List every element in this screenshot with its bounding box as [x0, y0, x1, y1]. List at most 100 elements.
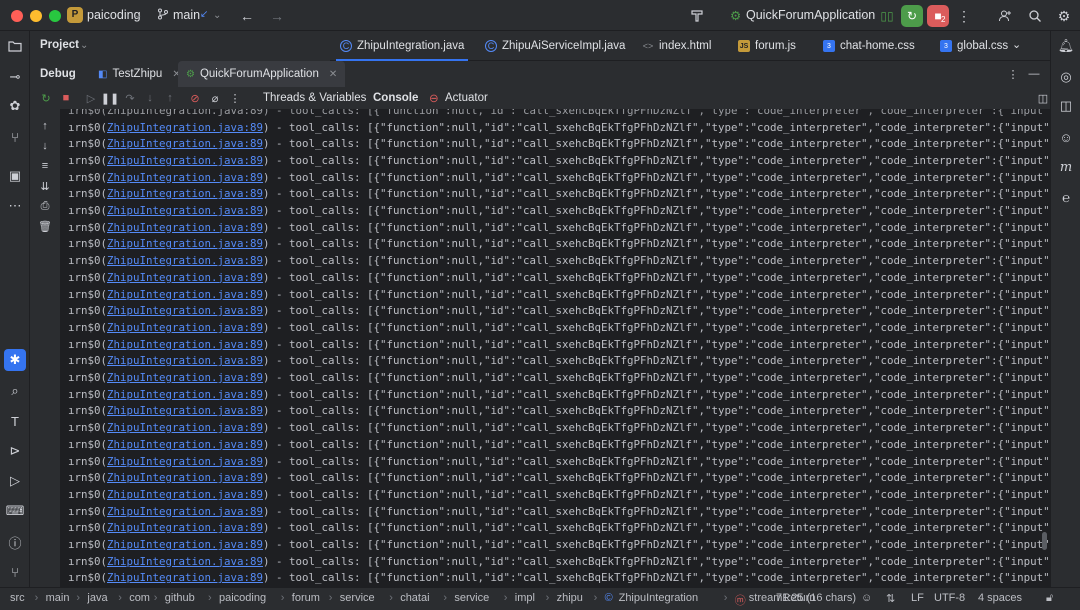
- structure-icon[interactable]: ▣: [4, 165, 26, 187]
- source-link[interactable]: ZhipuIntegration.java:89: [107, 438, 263, 451]
- forward-arrow-icon[interactable]: →: [266, 5, 288, 27]
- tab-list-chevron-icon[interactable]: ⌄: [1008, 38, 1022, 51]
- line-ending[interactable]: LF: [911, 592, 924, 604]
- settings-gear-icon[interactable]: ⚙: [1053, 5, 1075, 27]
- search-icon[interactable]: [1024, 5, 1046, 27]
- source-link[interactable]: ZhipuIntegration.java:89: [107, 455, 263, 468]
- project-panel-title[interactable]: Project: [40, 39, 79, 51]
- more-options-icon[interactable]: ⋮: [1004, 65, 1022, 83]
- caret-position[interactable]: 71:25 (16 chars): [776, 592, 856, 604]
- breadcrumb-item[interactable]: com: [129, 592, 150, 604]
- close-window-button[interactable]: [11, 10, 23, 22]
- source-link[interactable]: ZhipuIntegration.java:89: [107, 204, 263, 217]
- tab-threads-variables[interactable]: Threads & Variables: [263, 89, 366, 107]
- build-icon[interactable]: T: [4, 410, 26, 432]
- breadcrumb-item[interactable]: impl: [515, 592, 535, 604]
- hide-panel-icon[interactable]: —: [1025, 65, 1043, 83]
- console-output[interactable]: ırn$0(ZhipuIntegration.java:89) - tool_c…: [60, 109, 1050, 587]
- chevron-down-icon[interactable]: ⌄: [134, 10, 142, 21]
- debug-session-tab-quickforumapplication[interactable]: ⚙ QuickForumApplication ✕: [178, 61, 346, 87]
- editor-tab-global-css[interactable]: 3 global.css: [940, 31, 1008, 61]
- resume-icon[interactable]: ▷: [82, 89, 100, 107]
- editor-tab-zhipuintegration[interactable]: C ZhipuIntegration.java: [335, 31, 469, 61]
- plugins-icon[interactable]: ✿: [4, 95, 26, 117]
- breadcrumb-item[interactable]: chatai: [400, 592, 429, 604]
- source-link[interactable]: ZhipuIntegration.java:89: [107, 254, 263, 267]
- stop-icon[interactable]: ■: [57, 89, 75, 107]
- close-icon[interactable]: ✕: [329, 69, 337, 80]
- rerun-button[interactable]: ↻: [901, 5, 923, 27]
- editor-tab-zhipuaiserviceimpl[interactable]: C ZhipuAiServiceImpl.java: [485, 31, 625, 61]
- add-user-icon[interactable]: [994, 5, 1016, 27]
- find-icon[interactable]: ⌕: [4, 380, 26, 402]
- copilot-status-icon[interactable]: ☺: [861, 592, 872, 604]
- project-badge[interactable]: P: [67, 7, 83, 23]
- ai-assistant-icon[interactable]: ◎: [1055, 66, 1077, 88]
- clear-all-icon[interactable]: 🗑︎: [36, 217, 54, 235]
- incoming-changes-icon[interactable]: ↙: [200, 9, 208, 20]
- source-link[interactable]: ZhipuIntegration.java:89: [107, 154, 263, 167]
- source-link[interactable]: ZhipuIntegration.java:89: [107, 354, 263, 367]
- sync-icon[interactable]: ⇅: [886, 592, 895, 605]
- source-link[interactable]: ZhipuIntegration.java:89: [107, 304, 263, 317]
- breadcrumb-item[interactable]: paicoding: [219, 592, 266, 604]
- source-link[interactable]: ZhipuIntegration.java:89: [107, 404, 263, 417]
- source-link[interactable]: ZhipuIntegration.java:89: [107, 505, 263, 518]
- tab-actuator[interactable]: Actuator: [445, 89, 488, 107]
- source-link[interactable]: ZhipuIntegration.java:89: [107, 121, 263, 134]
- breadcrumb-item[interactable]: github: [165, 592, 195, 604]
- breadcrumb-item[interactable]: service: [454, 592, 489, 604]
- project-folder-icon[interactable]: [4, 35, 26, 57]
- back-arrow-icon[interactable]: ←: [236, 5, 258, 27]
- branch-name[interactable]: main: [173, 8, 200, 22]
- build-hammer-icon[interactable]: [686, 5, 708, 27]
- source-link[interactable]: ZhipuIntegration.java:89: [107, 271, 263, 284]
- lock-icon[interactable]: 🔓︎: [1046, 592, 1053, 605]
- file-encoding[interactable]: UTF-8: [934, 592, 965, 604]
- more-actions-icon[interactable]: ⋮: [226, 89, 244, 107]
- source-link[interactable]: ZhipuIntegration.java:89: [107, 388, 263, 401]
- zoom-window-button[interactable]: [49, 10, 61, 22]
- source-link[interactable]: ZhipuIntegration.java:89: [107, 371, 263, 384]
- breadcrumb-item[interactable]: src: [10, 592, 25, 604]
- step-into-icon[interactable]: ↓: [141, 89, 159, 107]
- stop-button[interactable]: ■: [927, 5, 949, 27]
- source-link[interactable]: ZhipuIntegration.java:89: [107, 521, 263, 534]
- chevron-down-icon[interactable]: ⌄: [859, 10, 867, 21]
- coverage-run-icon[interactable]: ▯▯: [876, 5, 898, 27]
- view-breakpoints-icon[interactable]: ⊘: [186, 89, 204, 107]
- project-name[interactable]: paicoding: [87, 8, 141, 22]
- source-link[interactable]: ZhipuIntegration.java:89: [107, 171, 263, 184]
- source-link[interactable]: ZhipuIntegration.java:89: [107, 137, 263, 150]
- run-config-selector[interactable]: QuickForumApplication: [746, 8, 875, 22]
- layout-settings-icon[interactable]: ◫: [1034, 89, 1052, 107]
- scroll-down-icon[interactable]: ↓: [36, 137, 54, 155]
- pause-icon[interactable]: ❚❚: [101, 89, 119, 107]
- console-scrollbar[interactable]: [1042, 532, 1047, 550]
- debug-session-tab-testzhipu[interactable]: ◧ TestZhipu ✕: [90, 61, 189, 87]
- more-tool-windows-icon[interactable]: ⋯: [4, 195, 26, 217]
- chevron-down-icon[interactable]: ⌄: [80, 40, 88, 51]
- terminal-icon[interactable]: ⌨: [4, 500, 26, 522]
- editor-tab-index-html[interactable]: <> index.html: [642, 31, 712, 61]
- breadcrumb-item[interactable]: zhipu: [557, 592, 583, 604]
- source-link[interactable]: ZhipuIntegration.java:89: [107, 488, 263, 501]
- source-link[interactable]: ZhipuIntegration.java:89: [107, 321, 263, 334]
- source-link[interactable]: ZhipuIntegration.java:89: [107, 221, 263, 234]
- editor-tab-chat-home-css[interactable]: 3 chat-home.css: [823, 31, 915, 61]
- debug-bug-icon[interactable]: ✱: [4, 349, 26, 371]
- source-link[interactable]: ZhipuIntegration.java:89: [107, 471, 263, 484]
- more-icon[interactable]: ⋮: [953, 5, 975, 27]
- scroll-up-icon[interactable]: ↑: [36, 117, 54, 135]
- source-link[interactable]: ZhipuIntegration.java:89: [107, 187, 263, 200]
- maven-icon[interactable]: m: [1055, 156, 1077, 178]
- database-icon[interactable]: ◫: [1055, 95, 1077, 117]
- chevron-down-icon[interactable]: ⌄: [213, 10, 221, 21]
- git-icon[interactable]: ⑂: [4, 561, 26, 583]
- source-link[interactable]: ZhipuIntegration.java:89: [107, 555, 263, 568]
- print-icon[interactable]: ⎙: [36, 197, 54, 215]
- breadcrumb-item[interactable]: service: [340, 592, 375, 604]
- mute-breakpoints-icon[interactable]: ⌀: [206, 89, 224, 107]
- endpoints-icon[interactable]: ℮: [1055, 186, 1077, 208]
- step-out-icon[interactable]: ↑: [161, 89, 179, 107]
